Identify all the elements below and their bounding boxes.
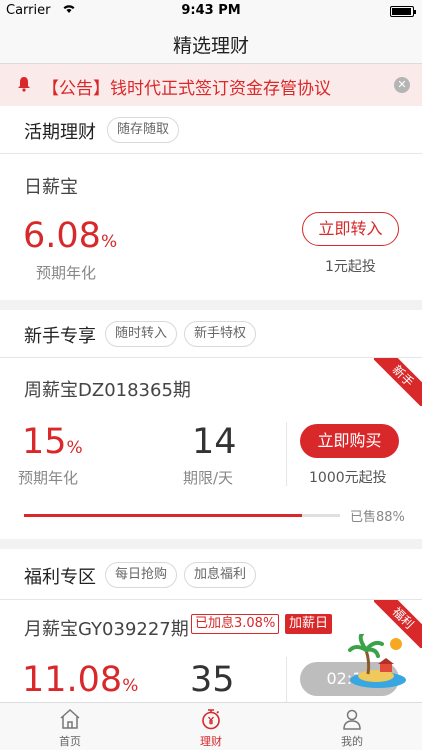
term-value: 14 [192,422,237,462]
close-icon[interactable]: ✕ [394,77,410,93]
tab-label: 首页 [59,735,81,748]
section-title: 活期理财 [24,122,96,143]
tab-bar: 首页 理财 我的 [0,702,422,750]
tag: 新手特权 [184,321,257,347]
island-icon [348,634,406,688]
divider [286,422,287,486]
rate-unit: % [100,232,118,252]
product-name[interactable]: 月薪宝GY039227期 [24,615,189,641]
expected-rate: 15% [22,425,83,460]
stopwatch-yen-icon [202,709,220,730]
section-header: 福利专区 每日抢购 加息福利 [0,549,422,600]
rate-unit: % [66,438,83,458]
person-icon [343,709,361,730]
tag: 随时转入 [105,321,178,347]
tab-home[interactable]: 首页 [0,703,140,750]
sold-label: 已售88% [350,510,405,525]
expected-rate: 6.08% [23,219,117,254]
min-investment: 1元起投 [325,259,376,275]
bonus-rate-badge: 已加息3.08% [191,614,280,634]
tab-label: 我的 [341,735,363,748]
tag: 随存随取 [107,117,180,143]
product-name[interactable]: 日薪宝 [24,173,78,199]
rate-value: 11.08 [22,660,123,700]
tab-finance[interactable]: 理财 [141,703,281,750]
min-investment: 1000元起投 [309,470,387,486]
term-label: 期限/天 [183,469,234,487]
rate-label: 预期年化 [36,264,97,282]
announcement-text[interactable]: 【公告】钱时代正式签订资金存管协议 [42,74,331,99]
status-time: 9:43 PM [181,3,241,18]
rate-value: 15 [22,422,67,462]
section-header: 活期理财 随存随取 [0,106,422,154]
battery-icon [390,6,416,17]
rate-value: 6.08 [23,216,101,256]
status-bar: Carrier 9:43 PM [0,0,422,22]
raise-day-badge: 加薪日 [285,614,333,634]
current-section: 活期理财 随存随取 日薪宝 6.08% 预期年化 立即转入 1元起投 [0,106,422,300]
sold-progress-bar [24,514,340,517]
section-header: 新手专享 随时转入 新手特权 [0,310,422,358]
expected-rate: 11.08% [22,663,138,698]
term-value: 35 [190,660,235,700]
newbie-ribbon: 新手 [374,358,422,406]
announcement-banner[interactable]: 【公告】钱时代正式签订资金存管协议 ✕ [0,64,422,106]
buy-now-button[interactable]: 立即购买 [300,424,399,458]
tag: 每日抢购 [105,562,178,588]
divider [286,657,287,702]
rate-unit: % [122,676,139,696]
rate-label: 预期年化 [18,469,79,487]
transfer-in-button[interactable]: 立即转入 [302,212,399,246]
tab-mine[interactable]: 我的 [282,703,422,750]
bell-icon [18,77,30,92]
tab-label: 理财 [200,735,222,748]
product-name[interactable]: 周薪宝DZ018365期 [24,376,191,402]
section-title: 福利专区 [24,567,96,588]
home-icon [60,708,80,729]
tag: 加息福利 [184,562,257,588]
page-title: 精选理财 [172,35,249,57]
section-title: 新手专享 [24,326,96,347]
sold-progress-fill [24,514,303,517]
newbie-section: 新手专享 随时转入 新手特权 新手 周薪宝DZ018365期 15% 预期年化 … [0,310,422,539]
nav-bar: 精选理财 [0,22,422,64]
